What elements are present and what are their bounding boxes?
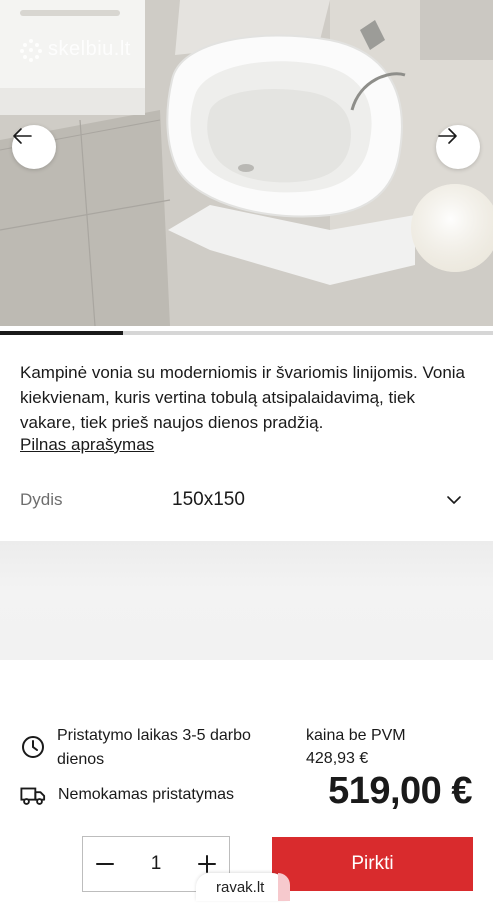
product-price: 519,00 € [328, 770, 472, 812]
watermark-text: skelbiu.lt [48, 38, 131, 60]
free-shipping-text: Nemokamas pristatymas [58, 786, 235, 803]
clock-icon [22, 736, 44, 758]
size-value: 150x150 [172, 489, 245, 510]
content-placeholder [0, 541, 493, 660]
gallery-prev-button[interactable] [12, 125, 56, 169]
truck-icon [20, 787, 46, 805]
price-without-vat-label: kaina be PVM [306, 727, 406, 744]
free-shipping: Nemokamas pristatymas [20, 782, 290, 808]
plus-icon [198, 855, 216, 873]
price-without-vat-value: 428,93 € [306, 750, 369, 767]
price-without-vat: kaina be PVM 428,93 € [306, 724, 476, 770]
delivery-time: Pristatymo laikas 3-5 darbo dienos [20, 724, 290, 772]
chevron-down-icon [447, 496, 461, 504]
minus-icon [96, 863, 114, 865]
arrow-right-icon [438, 128, 457, 144]
full-description-link[interactable]: Pilnas aprašymas [20, 432, 154, 457]
watermark: skelbiu.lt [20, 38, 131, 62]
quantity-input[interactable] [134, 852, 178, 876]
site-badge-text: ravak.lt [216, 879, 265, 896]
gallery-progress-bar [0, 331, 493, 335]
gallery-progress-fill [0, 331, 124, 335]
arrow-left-icon [13, 128, 32, 144]
product-gallery[interactable]: skelbiu.lt [0, 0, 493, 326]
buy-button[interactable]: Pirkti [272, 837, 473, 891]
gallery-next-button[interactable] [436, 125, 480, 169]
size-label: Dydis [20, 490, 63, 509]
site-badge[interactable]: ravak.lt [196, 873, 291, 901]
watermark-logo-icon [20, 38, 42, 62]
quantity-decrease-button[interactable] [83, 837, 127, 891]
product-description: Kampinė vonia su moderniomis ir švariomi… [20, 363, 466, 432]
size-select[interactable]: Dydis 150x150 [20, 484, 465, 516]
delivery-time-text: Pristatymo laikas 3-5 darbo dienos [57, 727, 251, 768]
